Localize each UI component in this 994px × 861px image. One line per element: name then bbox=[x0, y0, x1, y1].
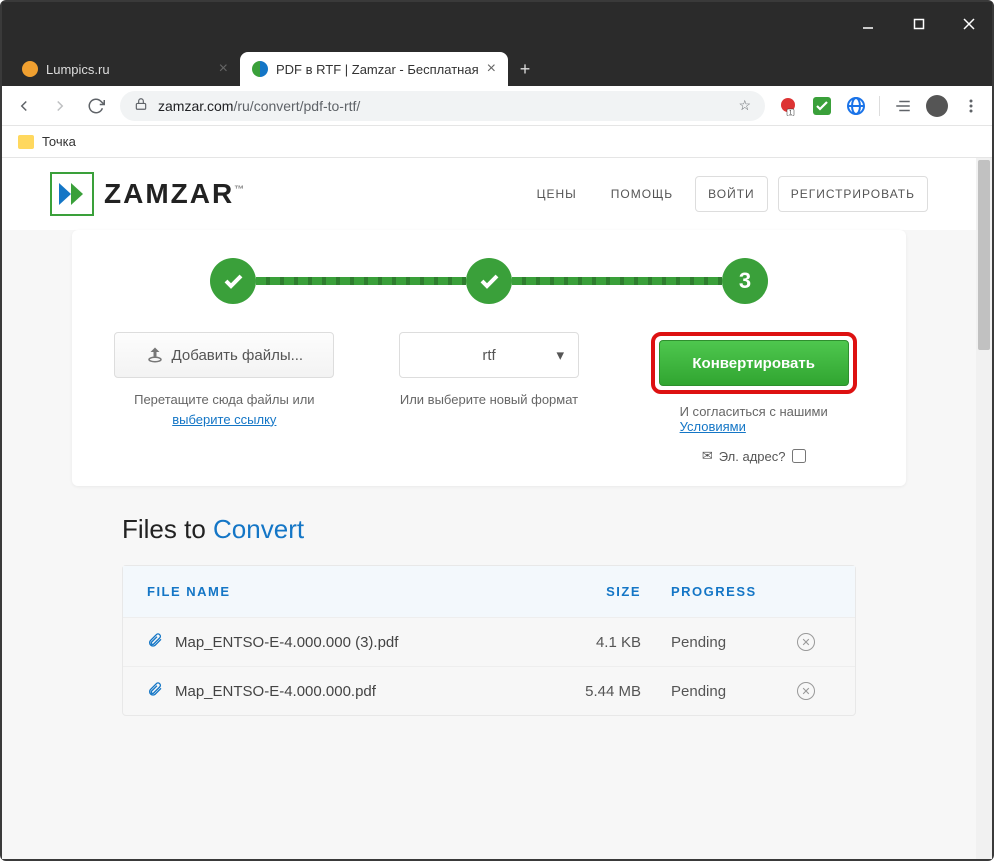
table-row: Map_ENTSO-E-4.000.000.pdf 5.44 MB Pendin… bbox=[123, 666, 855, 715]
file-name: Map_ENTSO-E-4.000.000 (3).pdf bbox=[175, 634, 541, 651]
format-select[interactable]: rtf ▾ bbox=[399, 332, 579, 378]
bookmark-star-icon[interactable]: ☆ bbox=[738, 97, 751, 114]
logo-text: ZAMZAR™ bbox=[104, 178, 246, 210]
files-title: Files to Convert bbox=[122, 514, 856, 545]
nav-login[interactable]: ВОЙТИ bbox=[695, 176, 768, 212]
url-text: zamzar.com/ru/convert/pdf-to-rtf/ bbox=[158, 98, 728, 114]
window-maximize-button[interactable] bbox=[896, 2, 942, 46]
nav-pricing[interactable]: ЦЕНЫ bbox=[525, 177, 589, 211]
nav-signup[interactable]: РЕГИСТРИРОВАТЬ bbox=[778, 176, 928, 212]
select-link[interactable]: выберите ссылку bbox=[172, 412, 276, 427]
tab-title: Lumpics.ru bbox=[46, 62, 211, 77]
extension-icon-3[interactable] bbox=[845, 95, 867, 117]
site-nav: ЦЕНЫ ПОМОЩЬ ВОЙТИ РЕГИСТРИРОВАТЬ bbox=[525, 176, 928, 212]
remove-file-button[interactable]: ✕ bbox=[797, 682, 815, 700]
th-progress[interactable]: PROGRESS bbox=[641, 584, 781, 599]
add-column: Добавить файлы... Перетащите сюда файлы … bbox=[102, 332, 347, 464]
bookmark-item[interactable]: Точка bbox=[42, 134, 76, 149]
window-controls bbox=[845, 2, 992, 46]
folder-icon bbox=[18, 135, 34, 149]
agree-text: И согласиться с нашими Условиями bbox=[680, 404, 828, 434]
upload-icon bbox=[146, 346, 164, 364]
format-column: rtf ▾ Или выберите новый формат bbox=[367, 332, 612, 464]
reading-list-icon[interactable] bbox=[892, 95, 914, 117]
nav-help[interactable]: ПОМОЩЬ bbox=[599, 177, 685, 211]
envelope-icon: ✉ bbox=[702, 448, 713, 464]
reload-button[interactable] bbox=[84, 94, 108, 118]
page-content: ZAMZAR™ ЦЕНЫ ПОМОЩЬ ВОЙТИ РЕГИСТРИРОВАТЬ… bbox=[2, 158, 976, 859]
scrollbar-thumb[interactable] bbox=[978, 160, 990, 350]
address-bar-row: zamzar.com/ru/convert/pdf-to-rtf/ ☆ 1 bbox=[2, 86, 992, 126]
file-name: Map_ENTSO-E-4.000.000.pdf bbox=[175, 683, 541, 700]
window-close-button[interactable] bbox=[946, 2, 992, 46]
browser-tab-2[interactable]: PDF в RTF | Zamzar - Бесплатная × bbox=[240, 52, 508, 86]
add-hint: Перетащите сюда файлы или выберите ссылк… bbox=[134, 390, 314, 429]
email-label: Эл. адрес? bbox=[719, 449, 786, 464]
converter-card: 3 Добавить файлы... Перетащите сюда файл… bbox=[72, 230, 906, 486]
site-header: ZAMZAR™ ЦЕНЫ ПОМОЩЬ ВОЙТИ РЕГИСТРИРОВАТЬ bbox=[2, 158, 976, 230]
window-minimize-button[interactable] bbox=[845, 2, 891, 46]
files-table: FILE NAME SIZE PROGRESS Map_ENTSO-E-4.00… bbox=[122, 565, 856, 716]
terms-link[interactable]: Условиями bbox=[680, 419, 746, 434]
file-progress: Pending bbox=[641, 634, 781, 651]
email-checkbox[interactable] bbox=[792, 449, 806, 463]
file-size: 4.1 KB bbox=[541, 634, 641, 651]
browser-tabs-row: Lumpics.ru × PDF в RTF | Zamzar - Беспла… bbox=[2, 46, 992, 86]
tab-close-icon[interactable]: × bbox=[487, 60, 496, 78]
attachment-icon bbox=[147, 681, 163, 701]
lock-icon bbox=[134, 97, 148, 114]
favicon-icon bbox=[22, 61, 38, 77]
convert-button-label: Конвертировать bbox=[692, 355, 815, 372]
forward-button[interactable] bbox=[48, 94, 72, 118]
tab-title: PDF в RTF | Zamzar - Бесплатная bbox=[276, 62, 479, 77]
format-hint: Или выберите новый формат bbox=[400, 390, 578, 410]
separator bbox=[879, 96, 880, 116]
add-files-button[interactable]: Добавить файлы... bbox=[114, 332, 334, 378]
file-progress: Pending bbox=[641, 683, 781, 700]
stepper: 3 bbox=[102, 258, 876, 304]
convert-highlight: Конвертировать bbox=[651, 332, 857, 394]
address-field[interactable]: zamzar.com/ru/convert/pdf-to-rtf/ ☆ bbox=[120, 91, 765, 121]
favicon-icon bbox=[252, 61, 268, 77]
tab-close-icon[interactable]: × bbox=[219, 60, 228, 78]
back-button[interactable] bbox=[12, 94, 36, 118]
convert-button[interactable]: Конвертировать bbox=[659, 340, 849, 386]
browser-tab-1[interactable]: Lumpics.ru × bbox=[10, 52, 240, 86]
convert-column: Конвертировать И согласиться с нашими Ус… bbox=[631, 332, 876, 464]
email-opt-row: ✉ Эл. адрес? bbox=[702, 448, 806, 464]
step-connector bbox=[512, 277, 722, 285]
window-title-bar bbox=[2, 2, 992, 46]
new-tab-button[interactable]: + bbox=[508, 52, 542, 86]
chevron-down-icon: ▾ bbox=[556, 346, 564, 364]
file-size: 5.44 MB bbox=[541, 683, 641, 700]
step-connector bbox=[256, 277, 466, 285]
extension-icon-2[interactable] bbox=[811, 95, 833, 117]
bookmarks-bar: Точка bbox=[2, 126, 992, 158]
extension-icon-1[interactable]: 1 bbox=[777, 95, 799, 117]
table-row: Map_ENTSO-E-4.000.000 (3).pdf 4.1 KB Pen… bbox=[123, 617, 855, 666]
step-1-done bbox=[210, 258, 256, 304]
table-header: FILE NAME SIZE PROGRESS bbox=[123, 566, 855, 617]
logo[interactable]: ZAMZAR™ bbox=[50, 172, 246, 216]
attachment-icon bbox=[147, 632, 163, 652]
step-3-current: 3 bbox=[722, 258, 768, 304]
format-value: rtf bbox=[482, 347, 495, 364]
browser-menu-button[interactable] bbox=[960, 95, 982, 117]
step-2-done bbox=[466, 258, 512, 304]
remove-file-button[interactable]: ✕ bbox=[797, 633, 815, 651]
files-section: Files to Convert FILE NAME SIZE PROGRESS… bbox=[122, 514, 856, 716]
profile-avatar[interactable] bbox=[926, 95, 948, 117]
add-files-label: Добавить файлы... bbox=[172, 347, 304, 364]
th-size[interactable]: SIZE bbox=[541, 584, 641, 599]
th-filename[interactable]: FILE NAME bbox=[147, 584, 541, 599]
vertical-scrollbar[interactable] bbox=[976, 158, 992, 859]
logo-mark-icon bbox=[50, 172, 94, 216]
